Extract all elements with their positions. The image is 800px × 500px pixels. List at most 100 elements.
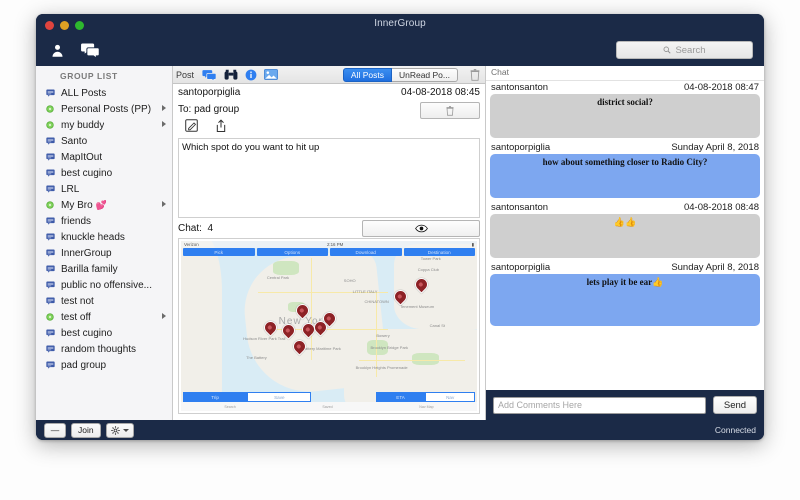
map-label: The Battery — [246, 354, 267, 360]
heart-icon: 💕 — [95, 199, 107, 210]
sidebar-item-test-off[interactable]: test off — [36, 309, 172, 325]
sidebar-item-label: my buddy — [61, 119, 105, 131]
sidebar-item-label: Personal Posts (PP) — [61, 103, 152, 115]
map-button-save[interactable]: Save — [247, 392, 312, 402]
chat-message-author: santoporpiglia — [491, 142, 551, 153]
post-message[interactable]: Which spot do you want to hit up — [178, 138, 480, 218]
sidebar-item-knuckle-heads[interactable]: knuckle heads — [36, 229, 172, 245]
chat-bubble-icon — [46, 345, 61, 353]
chat-message: santonsanton 04-08-2018 08:48 👍👍 — [486, 201, 764, 261]
post-action-row — [173, 118, 485, 138]
settings-menu-button[interactable] — [105, 422, 134, 438]
disclosure-arrow-icon[interactable] — [162, 121, 166, 127]
gear-icon — [110, 425, 120, 435]
chat-message-meta: santonsanton 04-08-2018 08:48 — [490, 202, 760, 214]
chat-message-bubble: district social? — [490, 94, 760, 138]
sidebar-item-test-not[interactable]: test not — [36, 293, 172, 309]
map-button-destination[interactable]: Destination — [403, 248, 475, 256]
post-author: santoporpiglia — [178, 87, 241, 98]
sidebar-item-random-thoughts[interactable]: random thoughts — [36, 341, 172, 357]
sidebar-item-innergroup[interactable]: InnerGroup — [36, 245, 172, 261]
map-status-time: 2:16 PM — [326, 242, 344, 247]
map-tab-search[interactable]: Search — [224, 405, 235, 409]
sidebar-item-my-buddy[interactable]: my buddy — [36, 117, 172, 133]
sidebar-item-public-no-offensive[interactable]: public no offensive... — [36, 277, 172, 293]
chat-message-author: santonsanton — [491, 82, 549, 93]
chat-message-bubble: how about something closer to Radio City… — [490, 154, 760, 198]
map-phone-status-bar: Verizon 2:16 PM ▮ — [181, 241, 477, 248]
map-button-nav[interactable]: Nav — [425, 392, 476, 402]
send-button[interactable]: Send — [713, 396, 757, 414]
image-icon[interactable] — [264, 69, 278, 80]
sidebar-item-santo[interactable]: Santo — [36, 133, 172, 149]
map-label: Brooklyn Heights Promenade — [355, 365, 408, 371]
post-attachment-map[interactable]: New York Central Park LITTLE ITALY CHINA… — [178, 238, 480, 414]
trash-icon[interactable] — [470, 68, 480, 81]
chat-message: santoporpiglia Sunday April 8, 2018 lets p… — [486, 261, 764, 329]
compose-icon[interactable] — [185, 119, 198, 137]
sidebar-item-friends[interactable]: friends — [36, 213, 172, 229]
map-label: LITTLE ITALY — [352, 288, 378, 294]
person-icon[interactable] — [46, 39, 68, 61]
map-label: Central Park — [266, 275, 290, 280]
sidebar-item-pad-group[interactable]: pad group — [36, 357, 172, 373]
share-icon[interactable] — [215, 118, 227, 138]
map-label: Bowery — [376, 332, 390, 338]
map-tab-saved[interactable]: Saved — [322, 405, 332, 409]
chat-bubbles-icon[interactable] — [79, 39, 101, 61]
map-trip-segment: Trip Save — [183, 392, 312, 402]
sidebar-item-label: test off — [61, 311, 91, 323]
chat-message-meta: santoporpiglia Sunday April 8, 2018 — [490, 262, 760, 274]
search-input[interactable]: Search — [616, 41, 753, 59]
post-chat-count-row: Chat: 4 — [173, 218, 485, 238]
info-circle-icon[interactable] — [245, 69, 257, 81]
chat-bubble-icon — [46, 185, 61, 193]
remove-group-button[interactable]: — — [44, 422, 66, 438]
map-tab-navmap[interactable]: Nav Map — [419, 405, 433, 409]
chat-message-bubble: 👍👍 — [490, 214, 760, 258]
sidebar-item-mapitout[interactable]: MapItOut — [36, 149, 172, 165]
map-label: Canal St — [429, 322, 445, 328]
sidebar-item-label: friends — [61, 215, 92, 227]
chat-message-time: Sunday April 8, 2018 — [671, 262, 759, 273]
disclosure-arrow-icon[interactable] — [162, 201, 166, 207]
map-status-battery: ▮ — [471, 241, 474, 247]
sidebar-item-best-cugino[interactable]: best cugino — [36, 325, 172, 341]
chat-message-time: 04-08-2018 08:47 — [683, 82, 759, 93]
map-button-eta[interactable]: ETA — [375, 392, 426, 402]
map-button-pick[interactable]: Pick — [183, 248, 255, 256]
chat-bubble-icon — [46, 153, 61, 161]
chat-bubbles-icon[interactable] — [202, 69, 217, 81]
filter-all-posts[interactable]: All Posts — [342, 67, 392, 82]
map-button-options[interactable]: Options — [256, 248, 328, 256]
map-label: Coppa Club — [417, 266, 439, 272]
map-label: SOHO — [343, 278, 356, 284]
disclosure-arrow-icon[interactable] — [162, 105, 166, 111]
join-button[interactable]: Join — [71, 422, 101, 438]
bottom-bar: — Join Connected — [36, 420, 764, 440]
sidebar-item-label: Barilla family — [61, 263, 118, 275]
sidebar-item-best-cugino[interactable]: best cugino — [36, 165, 172, 181]
chat-message-time: Sunday April 8, 2018 — [671, 142, 759, 153]
chat-bubble-icon — [46, 169, 61, 177]
sidebar-item-lrl[interactable]: LRL — [36, 181, 172, 197]
map-button-download[interactable]: Download — [330, 248, 402, 256]
chat-bubble-icon — [46, 217, 61, 225]
sidebar-item-my-bro[interactable]: My Bro 💕 — [36, 197, 172, 213]
binoculars-icon[interactable] — [224, 69, 238, 81]
sidebar-item-barilla-family[interactable]: Barilla family — [36, 261, 172, 277]
chat-pane: Chat santonsanton 04-08-2018 08:47 distric… — [486, 66, 764, 420]
title-bar: InnerGroup — [36, 14, 764, 36]
delete-post-button[interactable] — [420, 102, 480, 119]
comment-input[interactable]: Add Comments Here — [493, 396, 706, 414]
disclosure-arrow-icon[interactable] — [162, 313, 166, 319]
chat-header: Chat — [486, 66, 764, 81]
map-button-trip[interactable]: Trip — [183, 392, 248, 402]
sidebar-item-personal-posts-pp[interactable]: Personal Posts (PP) — [36, 101, 172, 117]
filter-unread-posts[interactable]: UnRead Po... — [391, 67, 458, 82]
sidebar-item-all-posts[interactable]: ALL Posts — [36, 85, 172, 101]
chat-bubble-icon — [46, 361, 61, 369]
post-recipient: To: pad group — [178, 104, 240, 115]
view-button[interactable] — [362, 220, 480, 237]
search-placeholder: Search — [675, 44, 706, 56]
